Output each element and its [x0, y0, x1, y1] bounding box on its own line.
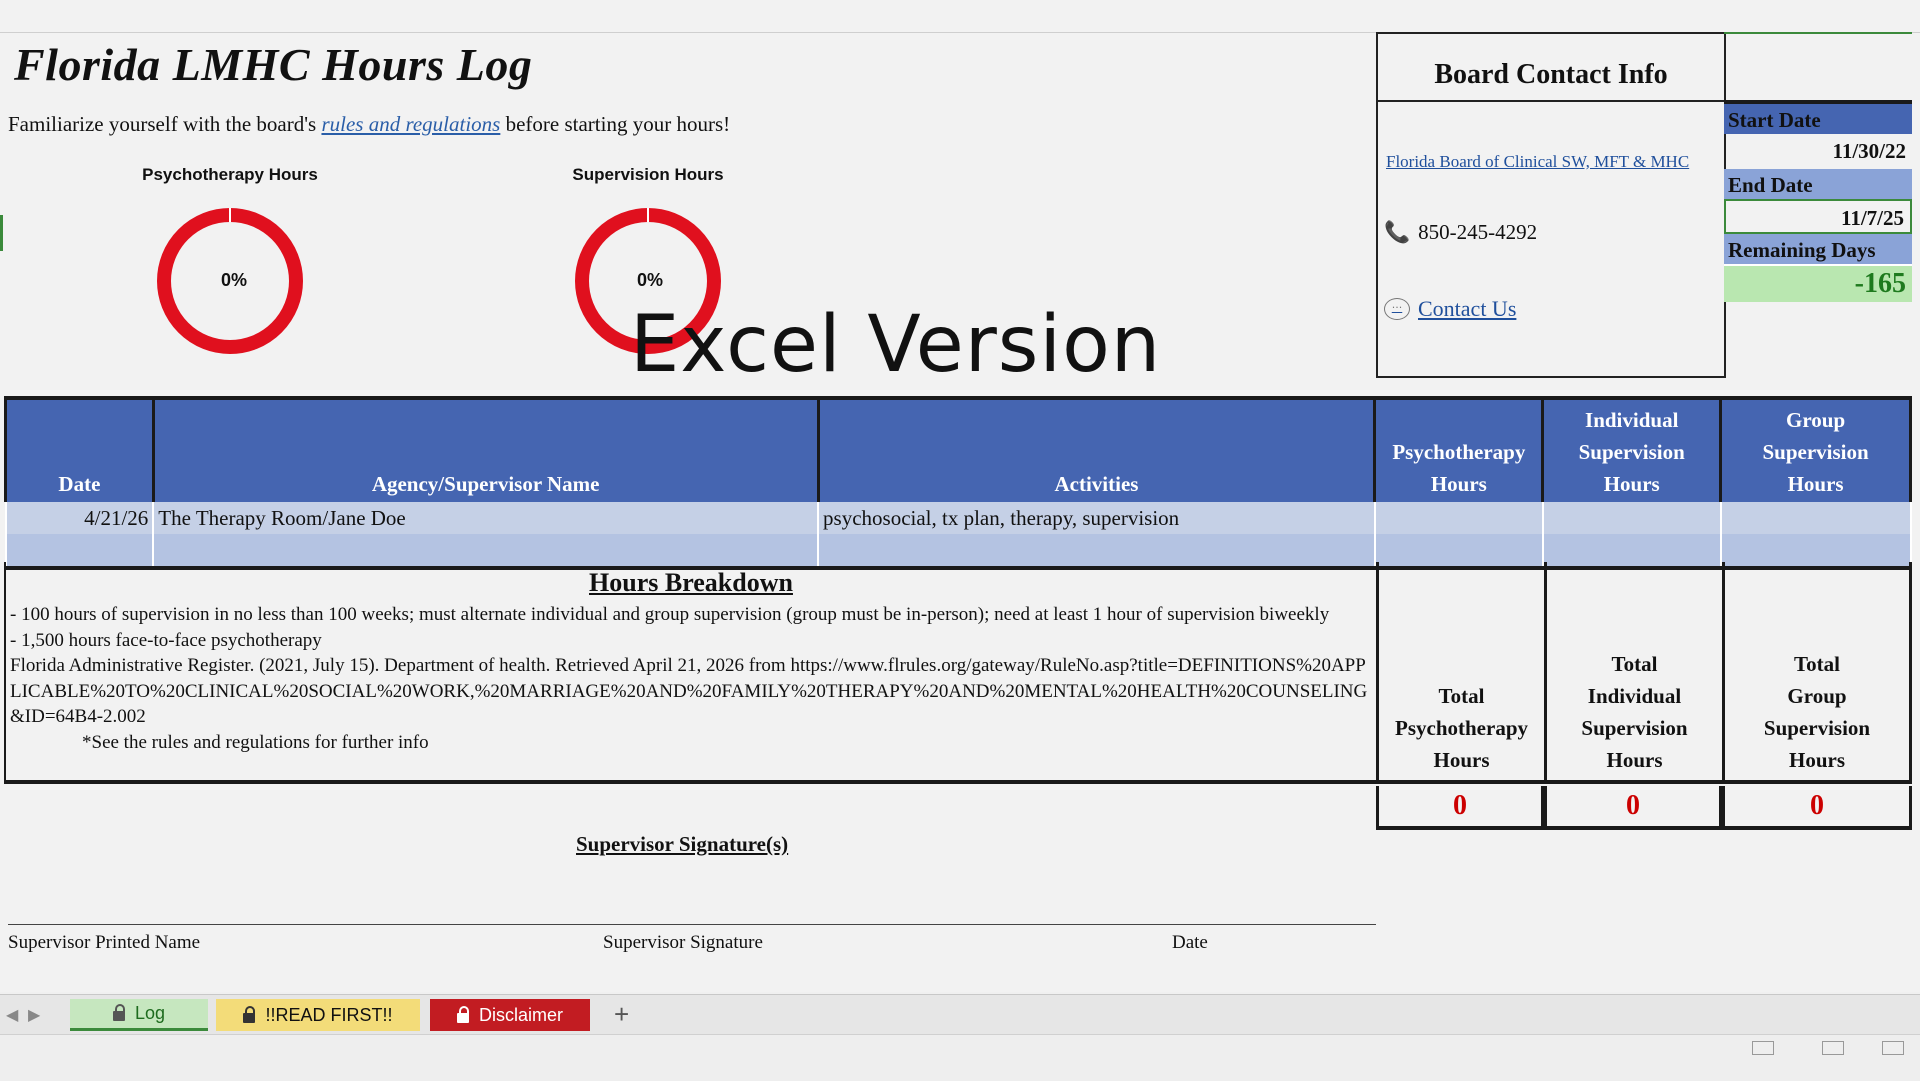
lock-icon: [243, 1005, 256, 1023]
total-group-label: Total Group Supervision Hours: [1722, 562, 1912, 784]
header-line: Group: [1786, 408, 1846, 432]
header-line: Hours: [1430, 472, 1487, 496]
total-psychotherapy-value[interactable]: 0: [1376, 786, 1544, 830]
sheet-tab-bar: ◀ ▶ Log !!READ FIRST!! Disclaimer +: [0, 994, 1920, 1035]
end-date-cell[interactable]: 11/7/25: [1724, 199, 1912, 234]
tab-log[interactable]: Log: [70, 999, 208, 1031]
supervisor-signature-label: Supervisor Signature: [603, 932, 763, 953]
total-label-line: Individual: [1587, 684, 1682, 708]
board-contact-panel: Board Contact Info Florida Board of Clin…: [1376, 32, 1726, 378]
breakdown-supervision-requirement: - 100 hours of supervision in no less th…: [10, 604, 1330, 625]
excel-version-overlay: Excel Version: [630, 300, 1162, 390]
total-individual-label: Total Individual Supervision Hours: [1544, 562, 1722, 784]
supervision-percent: 0%: [636, 270, 663, 290]
total-psychotherapy-label: Total Psychotherapy Hours: [1376, 562, 1544, 784]
tab-disclaimer-label: Disclaimer: [478, 1004, 563, 1025]
supervisor-signature-title: Supervisor Signature(s): [576, 832, 789, 856]
total-label-line: Hours: [1606, 748, 1663, 772]
rules-link[interactable]: rules and regulations: [321, 112, 500, 136]
lock-icon: [456, 1005, 469, 1023]
end-date-label: End Date: [1724, 169, 1912, 199]
date-tracker: Start Date 11/30/22 End Date 11/7/25 Rem…: [1724, 32, 1912, 302]
tab-read-first-label: !!READ FIRST!!: [265, 1004, 393, 1025]
group-supervision-column-header[interactable]: Group Supervision Hours: [1719, 396, 1912, 502]
contact-us-link[interactable]: ··· Contact Us: [1384, 296, 1516, 322]
header-line: Hours: [1603, 472, 1660, 496]
total-label-line: Total: [1438, 684, 1485, 708]
total-individual-value[interactable]: 0: [1544, 786, 1722, 830]
supervision-donut-label: Supervision Hours: [572, 165, 724, 184]
tab-scroll-right-icon[interactable]: ▶: [28, 1005, 40, 1025]
phone-icon: 📞: [1384, 220, 1411, 244]
hours-breakdown-section: Hours Breakdown - 100 hours of supervisi…: [4, 562, 1376, 784]
breakdown-note: *See the rules and regulations for furth…: [82, 731, 429, 753]
add-sheet-icon[interactable]: +: [614, 999, 629, 1030]
header-line: Supervision: [1762, 440, 1869, 464]
tab-disclaimer[interactable]: Disclaimer: [430, 999, 590, 1031]
date-column-header[interactable]: Date: [4, 396, 155, 502]
chat-icon: ···: [1384, 298, 1410, 320]
individual-supervision-column-header[interactable]: Individual Supervision Hours: [1541, 396, 1723, 502]
total-label-line: Supervision: [1581, 716, 1688, 740]
total-label-line: Group: [1787, 684, 1847, 708]
breakdown-citation: Florida Administrative Register. (2021, …: [10, 655, 1368, 727]
table-header-row: Date Agency/Supervisor Name Activities P…: [4, 396, 1912, 502]
spreadsheet-canvas[interactable]: Florida LMHC Hours Log Familiarize yours…: [0, 0, 1920, 992]
group-hours-cell[interactable]: [1719, 502, 1912, 534]
intro-text: Familiarize yourself with the board's ru…: [8, 112, 730, 137]
total-label-line: Hours: [1433, 748, 1490, 772]
hours-log-table: Date Agency/Supervisor Name Activities P…: [4, 396, 1912, 570]
lock-icon: [112, 1004, 125, 1021]
total-label-line: Total: [1794, 652, 1840, 676]
board-phone-number: 850-245-4292: [1418, 220, 1538, 244]
date-tracker-blank-cell[interactable]: [1724, 32, 1912, 104]
header-line: Psychotherapy: [1392, 440, 1526, 464]
hours-breakdown-title: Hours Breakdown: [589, 568, 793, 597]
individual-hours-cell[interactable]: [1541, 502, 1722, 534]
total-label-line: Total: [1611, 652, 1658, 676]
board-phone: 📞 850-245-4292: [1384, 220, 1537, 245]
activities-cell[interactable]: psychosocial, tx plan, therapy, supervis…: [817, 502, 1376, 534]
table-row: 4/21/26 The Therapy Room/Jane Doe psycho…: [4, 502, 1912, 534]
total-label-line: Hours: [1788, 748, 1845, 772]
board-contact-title: Board Contact Info: [1378, 34, 1724, 102]
page-break-view-icon[interactable]: [1882, 1041, 1904, 1055]
header-line: Individual: [1585, 408, 1679, 432]
tab-log-label: Log: [134, 1003, 166, 1023]
intro-suffix: before starting your hours!: [500, 112, 731, 136]
board-website-link[interactable]: Florida Board of Clinical SW, MFT & MHC: [1386, 152, 1689, 172]
header-line: Hours: [1787, 472, 1844, 496]
page-layout-view-icon[interactable]: [1822, 1041, 1844, 1055]
agency-column-header[interactable]: Agency/Supervisor Name: [151, 396, 820, 502]
signature-line: [8, 924, 1376, 925]
tab-read-first[interactable]: !!READ FIRST!!: [216, 999, 420, 1031]
psychotherapy-column-header[interactable]: Psychotherapy Hours: [1373, 396, 1545, 502]
psychotherapy-hours-cell[interactable]: [1373, 502, 1544, 534]
date-cell[interactable]: 4/21/26: [4, 502, 155, 534]
signature-date-label: Date: [1172, 932, 1208, 953]
activities-column-header[interactable]: Activities: [816, 396, 1377, 502]
psychotherapy-percent: 0%: [220, 270, 247, 290]
remaining-days-label: Remaining Days: [1724, 234, 1912, 264]
total-label-line: Supervision: [1763, 716, 1871, 740]
tab-scroll-left-icon[interactable]: ◀: [6, 1005, 18, 1025]
start-date-label: Start Date: [1724, 104, 1912, 134]
intro-prefix: Familiarize yourself with the board's: [8, 112, 322, 136]
total-label-line: Psychotherapy: [1395, 716, 1528, 740]
agency-cell[interactable]: The Therapy Room/Jane Doe: [152, 502, 820, 534]
contact-us-label: Contact Us: [1418, 296, 1517, 321]
normal-view-icon[interactable]: [1752, 1041, 1774, 1055]
start-date-cell[interactable]: 11/30/22: [1724, 134, 1912, 169]
header-line: Supervision: [1578, 440, 1685, 464]
total-group-value[interactable]: 0: [1722, 786, 1912, 830]
psychotherapy-donut-label: Psychotherapy Hours: [142, 165, 318, 184]
supervisor-printed-name-label: Supervisor Printed Name: [8, 932, 201, 953]
active-row-marker: [0, 215, 3, 251]
hours-breakdown-body: - 100 hours of supervision in no less th…: [6, 598, 1376, 755]
status-bar: [0, 1034, 1920, 1081]
breakdown-psychotherapy-requirement: - 1,500 hours face-to-face psychotherapy: [10, 629, 322, 651]
remaining-days-cell[interactable]: -165: [1724, 264, 1912, 302]
sheet-title: Florida LMHC Hours Log: [14, 39, 533, 90]
